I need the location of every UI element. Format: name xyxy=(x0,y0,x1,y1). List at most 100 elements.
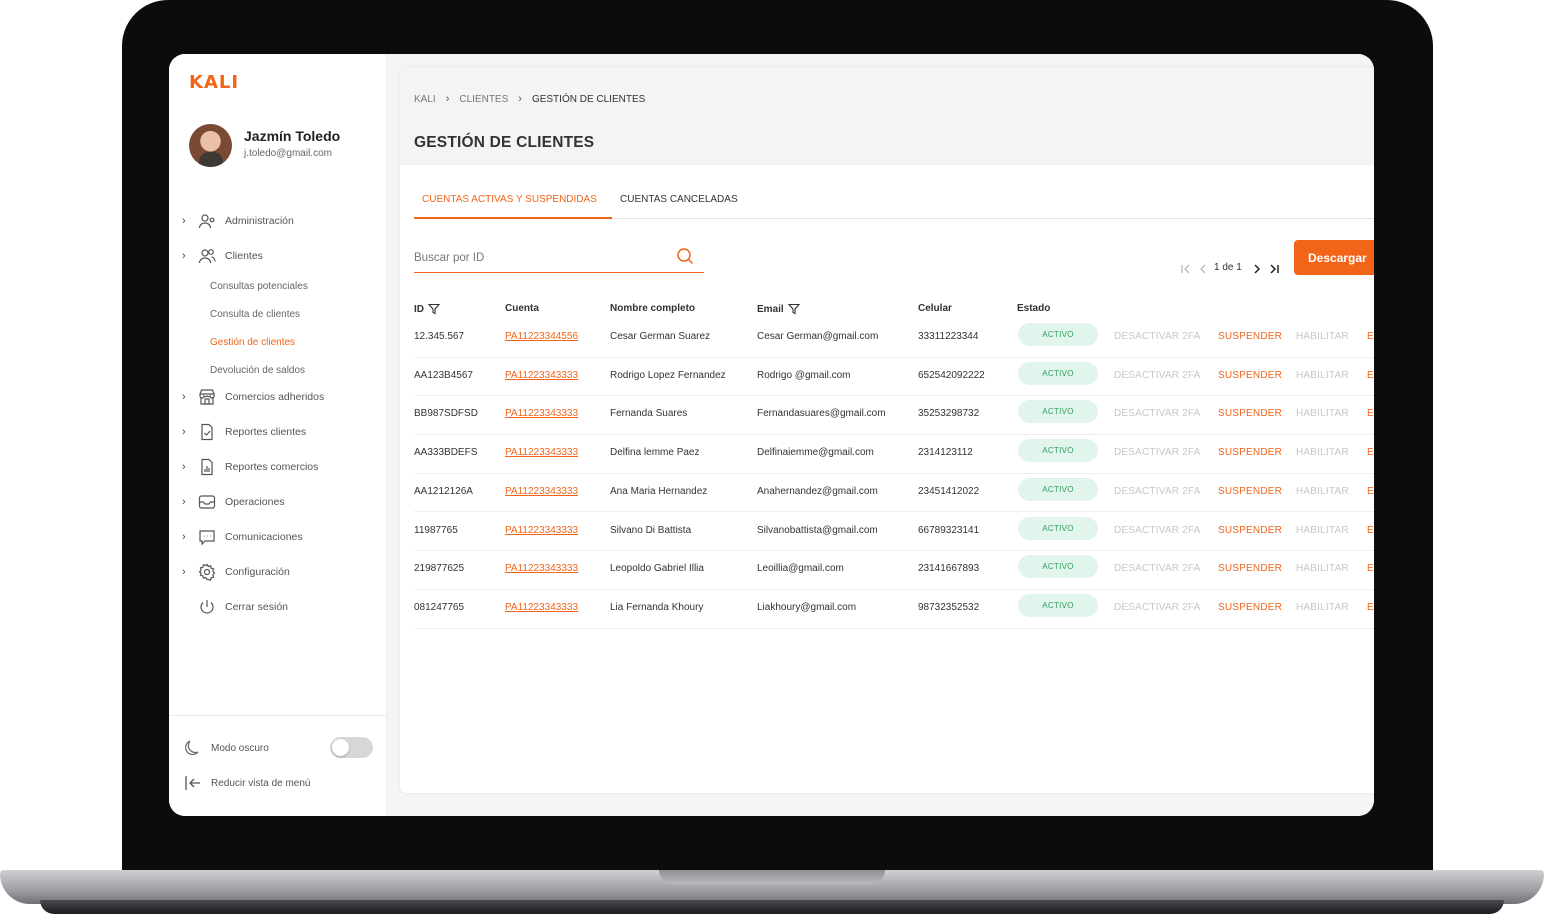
cell-phone: 23141667893 xyxy=(918,563,980,575)
breadcrumb-item-kali[interactable]: KALI xyxy=(414,94,436,105)
suspend-button[interactable]: SUSPENDER xyxy=(1218,563,1282,574)
enable-button[interactable]: HABILITAR xyxy=(1296,602,1349,613)
filter-icon[interactable] xyxy=(428,303,440,315)
disable-2fa-button[interactable]: DESACTIVAR 2FA xyxy=(1114,370,1201,381)
suspend-button[interactable]: SUSPENDER xyxy=(1218,331,1282,342)
prev-page-icon[interactable] xyxy=(1197,261,1209,277)
cell-phone: 98732352532 xyxy=(918,601,980,613)
cell-email: Anahernandez@gmail.com xyxy=(757,485,878,497)
cell-phone: 652542092222 xyxy=(918,369,985,381)
suspend-button[interactable]: SUSPENDER xyxy=(1218,602,1282,613)
sidebar-item-comercios-adheridos[interactable]: › Comercios adheridos xyxy=(169,382,387,412)
enable-button[interactable]: HABILITAR xyxy=(1296,563,1349,574)
disable-2fa-button[interactable]: DESACTIVAR 2FA xyxy=(1114,486,1201,497)
more-action-button[interactable]: E xyxy=(1367,602,1374,613)
disable-2fa-button[interactable]: DESACTIVAR 2FA xyxy=(1114,602,1201,613)
gear-icon xyxy=(198,563,216,581)
status-badge: ACTIVO xyxy=(1018,593,1098,617)
more-action-button[interactable]: E xyxy=(1367,331,1374,342)
account-link[interactable]: PA11223343333 xyxy=(505,447,578,458)
sidebar-item-reportes-comercios[interactable]: › Reportes comercios xyxy=(169,452,387,482)
enable-button[interactable]: HABILITAR xyxy=(1296,331,1349,342)
sidebar-subitem-consultas-potenciales[interactable]: Consultas potenciales xyxy=(210,277,308,297)
disable-2fa-button[interactable]: DESACTIVAR 2FA xyxy=(1114,331,1201,342)
sidebar-item-label: Comercios adheridos xyxy=(225,391,325,403)
dark-mode-row[interactable]: Modo oscuro xyxy=(183,736,269,760)
tab-cuentas-activas[interactable]: CUENTAS ACTIVAS Y SUSPENDIDAS xyxy=(414,187,612,219)
sidebar-item-label: Reportes clientes xyxy=(225,426,307,438)
collapse-menu-label: Reducir vista de menú xyxy=(211,777,311,789)
cell-email: Leoillia@gmail.com xyxy=(757,563,844,575)
disable-2fa-button[interactable]: DESACTIVAR 2FA xyxy=(1114,408,1201,419)
account-link[interactable]: PA11223344556 xyxy=(505,331,578,342)
content-panel: KALI › CLIENTES › GESTIÓN DE CLIENTES GE… xyxy=(400,67,1374,793)
sidebar-subitem-consulta-de-clientes[interactable]: Consulta de clientes xyxy=(210,305,300,325)
more-action-button[interactable]: E xyxy=(1367,525,1374,536)
more-action-button[interactable]: E xyxy=(1367,486,1374,497)
sidebar-item-cerrar-sesion[interactable]: Cerrar sesión xyxy=(169,592,387,622)
chevron-right-icon: › xyxy=(518,93,522,105)
last-page-icon[interactable] xyxy=(1268,261,1280,277)
chat-icon xyxy=(199,530,215,546)
sidebar-item-administracion[interactable]: › Administración xyxy=(169,206,387,236)
account-link[interactable]: PA11223343333 xyxy=(505,408,578,419)
disable-2fa-button[interactable]: DESACTIVAR 2FA xyxy=(1114,447,1201,458)
disable-2fa-button[interactable]: DESACTIVAR 2FA xyxy=(1114,563,1201,574)
account-link[interactable]: PA11223343333 xyxy=(505,525,578,536)
user-gear-icon xyxy=(198,214,215,229)
more-action-button[interactable]: E xyxy=(1367,447,1374,458)
breadcrumb-item-clientes[interactable]: CLIENTES xyxy=(459,94,508,105)
cell-id: 11987765 xyxy=(414,524,458,536)
enable-button[interactable]: HABILITAR xyxy=(1296,486,1349,497)
suspend-button[interactable]: SUSPENDER xyxy=(1218,525,1282,536)
enable-button[interactable]: HABILITAR xyxy=(1296,370,1349,381)
next-page-icon[interactable] xyxy=(1251,261,1263,277)
sidebar: KALI Jazmín Toledo j.toledo@gmail.com › … xyxy=(169,54,387,816)
more-action-button[interactable]: E xyxy=(1367,563,1374,574)
search-box xyxy=(414,244,704,273)
dark-mode-toggle[interactable] xyxy=(330,737,373,758)
disable-2fa-button[interactable]: DESACTIVAR 2FA xyxy=(1114,525,1201,536)
user-profile[interactable]: Jazmín Toledo j.toledo@gmail.com xyxy=(189,124,379,168)
avatar xyxy=(189,124,232,167)
first-page-icon[interactable] xyxy=(1180,261,1192,277)
account-link[interactable]: PA11223343333 xyxy=(505,370,578,381)
store-icon xyxy=(199,389,215,405)
enable-button[interactable]: HABILITAR xyxy=(1296,525,1349,536)
sidebar-item-label: Configuración xyxy=(225,566,290,578)
sidebar-item-operaciones[interactable]: › Operaciones xyxy=(169,487,387,517)
account-link[interactable]: PA11223343333 xyxy=(505,563,578,574)
status-badge: ACTIVO xyxy=(1018,439,1098,463)
kali-logo[interactable]: KALI xyxy=(189,72,239,93)
chevron-right-icon: › xyxy=(182,461,186,473)
filter-icon[interactable] xyxy=(787,303,800,315)
suspend-button[interactable]: SUSPENDER xyxy=(1218,447,1282,458)
sidebar-item-configuracion[interactable]: › Configuración xyxy=(169,557,387,587)
search-icon[interactable] xyxy=(675,246,695,266)
more-action-button[interactable]: E xyxy=(1367,370,1374,381)
sidebar-item-clientes[interactable]: › Clientes xyxy=(169,241,387,271)
account-link[interactable]: PA11223343333 xyxy=(505,486,578,497)
sidebar-subitem-devolucion-de-saldos[interactable]: Devolución de saldos xyxy=(210,361,305,381)
tab-cuentas-canceladas[interactable]: CUENTAS CANCELADAS xyxy=(620,187,738,219)
more-action-button[interactable]: E xyxy=(1367,408,1374,419)
collapse-menu-row[interactable]: Reducir vista de menú xyxy=(183,771,311,795)
sidebar-subitem-gestion-de-clientes[interactable]: Gestión de clientes xyxy=(210,333,295,353)
cell-email: Fernandasuares@gmail.com xyxy=(757,408,886,420)
column-header-cuenta: Cuenta xyxy=(505,303,539,314)
table-row: AA333BDEFS PA11223343333 Delfina lemme Pae… xyxy=(414,435,1374,474)
chevron-right-icon: › xyxy=(182,426,186,438)
download-button[interactable]: Descargar xyxy=(1294,240,1374,275)
sidebar-item-comunicaciones[interactable]: › Comunicaciones xyxy=(169,522,387,552)
enable-button[interactable]: HABILITAR xyxy=(1296,408,1349,419)
suspend-button[interactable]: SUSPENDER xyxy=(1218,408,1282,419)
suspend-button[interactable]: SUSPENDER xyxy=(1218,486,1282,497)
suspend-button[interactable]: SUSPENDER xyxy=(1218,370,1282,381)
sidebar-item-reportes-clientes[interactable]: › Reportes clientes xyxy=(169,417,387,447)
search-input[interactable] xyxy=(414,248,664,268)
cell-phone: 2314123112 xyxy=(918,447,973,459)
chevron-right-icon: › xyxy=(182,531,186,543)
enable-button[interactable]: HABILITAR xyxy=(1296,447,1349,458)
chevron-right-icon: › xyxy=(182,391,186,403)
account-link[interactable]: PA11223343333 xyxy=(505,602,578,613)
